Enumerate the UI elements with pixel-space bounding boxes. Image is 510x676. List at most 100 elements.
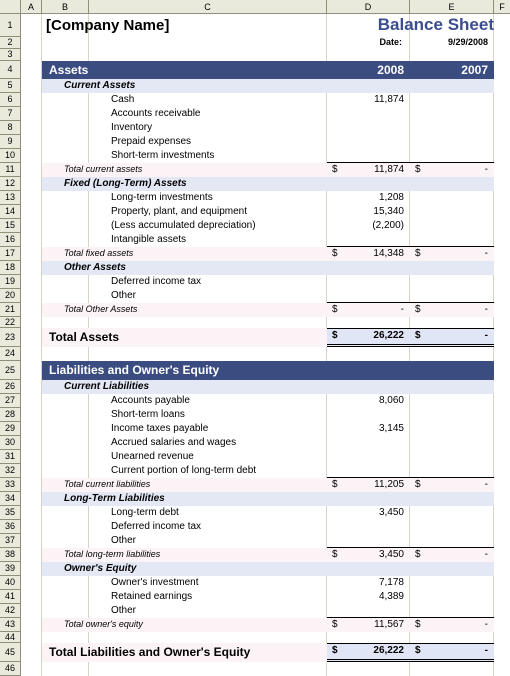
column-header-f[interactable]: F xyxy=(494,0,510,13)
cell-a4[interactable] xyxy=(21,61,42,79)
row-header-28[interactable]: 28 xyxy=(0,408,20,422)
cell-f9[interactable] xyxy=(494,135,510,149)
cell-a15[interactable] xyxy=(21,219,42,233)
cell-f33[interactable] xyxy=(494,478,510,492)
item-label[interactable]: Prepaid expenses xyxy=(42,135,327,149)
row-header-4[interactable]: 4 xyxy=(0,61,20,79)
column-header-d[interactable]: D xyxy=(327,0,410,13)
item-value-prior[interactable] xyxy=(410,233,494,247)
item-label[interactable]: Long-term debt xyxy=(42,506,327,520)
row-header-38[interactable]: 38 xyxy=(0,548,20,562)
cell-b3[interactable] xyxy=(42,49,494,61)
item-label[interactable]: Cash xyxy=(42,93,327,107)
cell-a21[interactable] xyxy=(21,303,42,317)
item-value-current[interactable] xyxy=(327,289,410,303)
cell-a2[interactable] xyxy=(21,37,42,49)
cell-f5[interactable] xyxy=(494,79,510,93)
row-header-46[interactable]: 46 xyxy=(0,662,20,676)
cell-a32[interactable] xyxy=(21,464,42,478)
cell-f3[interactable] xyxy=(494,49,510,61)
cell-a31[interactable] xyxy=(21,450,42,464)
item-label[interactable]: Short-term loans xyxy=(42,408,327,422)
cell-f29[interactable] xyxy=(494,422,510,436)
cell-f46[interactable] xyxy=(494,662,510,676)
cell-a42[interactable] xyxy=(21,604,42,618)
date-value[interactable]: 9/29/2008 xyxy=(410,37,494,49)
row-header-41[interactable]: 41 xyxy=(0,590,20,604)
item-value-prior[interactable] xyxy=(410,436,494,450)
cell-f41[interactable] xyxy=(494,590,510,604)
row-header-18[interactable]: 18 xyxy=(0,261,20,275)
cell-a43[interactable] xyxy=(21,618,42,632)
cell-f17[interactable] xyxy=(494,247,510,261)
row-header-1[interactable]: 1 xyxy=(0,14,20,37)
item-label[interactable]: Other xyxy=(42,289,327,303)
cell-a5[interactable] xyxy=(21,79,42,93)
cell-a14[interactable] xyxy=(21,205,42,219)
row-header-3[interactable]: 3 xyxy=(0,49,20,61)
item-value-current[interactable]: 3,450 xyxy=(327,506,410,520)
cell-f22[interactable] xyxy=(494,317,510,328)
item-label[interactable]: Accounts receivable xyxy=(42,107,327,121)
item-value-prior[interactable] xyxy=(410,590,494,604)
cell-f27[interactable] xyxy=(494,394,510,408)
item-label[interactable]: Other xyxy=(42,604,327,618)
row-header-35[interactable]: 35 xyxy=(0,506,20,520)
row-header-26[interactable]: 26 xyxy=(0,380,20,394)
item-label[interactable]: Long-term investments xyxy=(42,191,327,205)
row-header-15[interactable]: 15 xyxy=(0,219,20,233)
row-header-13[interactable]: 13 xyxy=(0,191,20,205)
item-label[interactable]: Other xyxy=(42,534,327,548)
row-header-11[interactable]: 11 xyxy=(0,163,20,177)
cell-f36[interactable] xyxy=(494,520,510,534)
row-header-44[interactable]: 44 xyxy=(0,632,20,643)
item-value-current[interactable]: 3,145 xyxy=(327,422,410,436)
item-label[interactable]: Accounts payable xyxy=(42,394,327,408)
row-header-37[interactable]: 37 xyxy=(0,534,20,548)
subtotal-prior[interactable]: $ - xyxy=(410,478,494,492)
item-label[interactable]: Retained earnings xyxy=(42,590,327,604)
cell-a8[interactable] xyxy=(21,121,42,135)
cell-f40[interactable] xyxy=(494,576,510,590)
item-value-current[interactable]: 15,340 xyxy=(327,205,410,219)
item-value-current[interactable]: 11,874 xyxy=(327,93,410,107)
row-header-43[interactable]: 43 xyxy=(0,618,20,632)
cell-f4[interactable] xyxy=(494,61,510,79)
cell-a12[interactable] xyxy=(21,177,42,191)
cell-a28[interactable] xyxy=(21,408,42,422)
row-header-42[interactable]: 42 xyxy=(0,604,20,618)
row-header-24[interactable]: 24 xyxy=(0,347,20,361)
subtotal-current[interactable]: $11,205 xyxy=(327,478,410,492)
row-header-5[interactable]: 5 xyxy=(0,79,20,93)
item-value-prior[interactable] xyxy=(410,576,494,590)
cell-f42[interactable] xyxy=(494,604,510,618)
item-value-prior[interactable] xyxy=(410,107,494,121)
subtotal-current[interactable]: $ - xyxy=(327,303,410,317)
row-header-20[interactable]: 20 xyxy=(0,289,20,303)
cell-f35[interactable] xyxy=(494,506,510,520)
item-value-current[interactable]: 7,178 xyxy=(327,576,410,590)
item-value-prior[interactable] xyxy=(410,93,494,107)
cell-a7[interactable] xyxy=(21,107,42,121)
subtotal-prior[interactable]: $ - xyxy=(410,247,494,261)
item-label[interactable]: Deferred income tax xyxy=(42,520,327,534)
item-value-prior[interactable] xyxy=(410,422,494,436)
cell-f15[interactable] xyxy=(494,219,510,233)
item-value-prior[interactable] xyxy=(410,464,494,478)
cell-f31[interactable] xyxy=(494,450,510,464)
item-value-current[interactable] xyxy=(327,520,410,534)
row-header-33[interactable]: 33 xyxy=(0,478,20,492)
item-value-current[interactable] xyxy=(327,450,410,464)
row-header-45[interactable]: 45 xyxy=(0,643,20,662)
item-value-current[interactable] xyxy=(327,149,410,163)
subtotal-prior[interactable]: $ - xyxy=(410,548,494,562)
row-header-7[interactable]: 7 xyxy=(0,107,20,121)
item-value-current[interactable] xyxy=(327,464,410,478)
subtotal-prior[interactable]: $ - xyxy=(410,618,494,632)
row-header-39[interactable]: 39 xyxy=(0,562,20,576)
cell-f28[interactable] xyxy=(494,408,510,422)
column-header-b[interactable]: B xyxy=(42,0,89,13)
cell-b44[interactable] xyxy=(42,632,494,643)
item-value-current[interactable]: (2,200) xyxy=(327,219,410,233)
row-header-31[interactable]: 31 xyxy=(0,450,20,464)
